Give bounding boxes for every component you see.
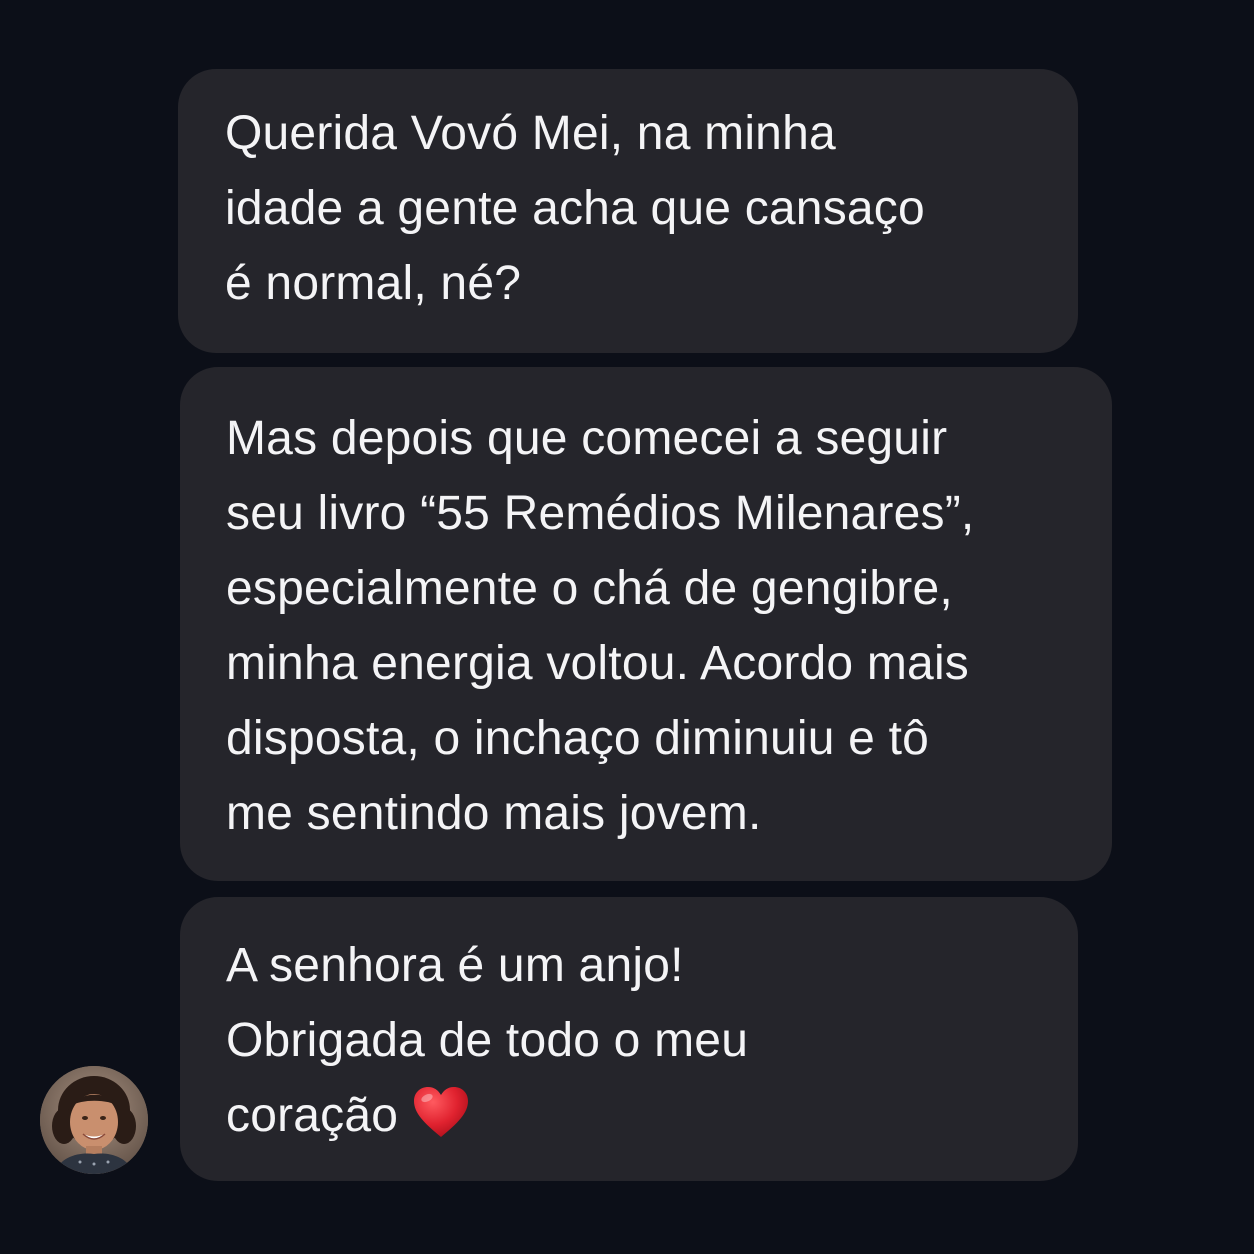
message-bubble[interactable]: Querida Vovó Mei, na minha idade a gente…: [178, 69, 1078, 353]
message-line: Obrigada de todo o meu: [226, 1014, 749, 1067]
message-line-with-heart: coração: [226, 1078, 1078, 1153]
message-line: idade a gente acha que cansaço: [225, 182, 925, 235]
message-line: Querida Vovó Mei, na minha: [225, 107, 836, 160]
message-bubble[interactable]: Mas depois que comecei a seguir seu livr…: [180, 367, 1112, 881]
message-line: A senhora é um anjo!: [226, 939, 684, 992]
red-heart-icon: [412, 1085, 470, 1139]
message-line: seu livro “55 Remédios Milenares”,: [226, 487, 975, 540]
message-text: coração: [226, 1089, 399, 1142]
message-bubble[interactable]: A senhora é um anjo! Obrigada de todo o …: [180, 897, 1078, 1181]
message-line: é normal, né?: [225, 257, 522, 310]
message-line: minha energia voltou. Acordo mais: [226, 637, 970, 690]
avatar-photo-icon: [40, 1066, 148, 1174]
message-line: especialmente o chá de gengibre,: [226, 562, 953, 615]
user-avatar[interactable]: [40, 1066, 148, 1174]
message-line: disposta, o inchaço diminuiu e tô: [226, 712, 930, 765]
message-line: me sentindo mais jovem.: [226, 787, 762, 840]
message-line: Mas depois que comecei a seguir: [226, 412, 948, 465]
